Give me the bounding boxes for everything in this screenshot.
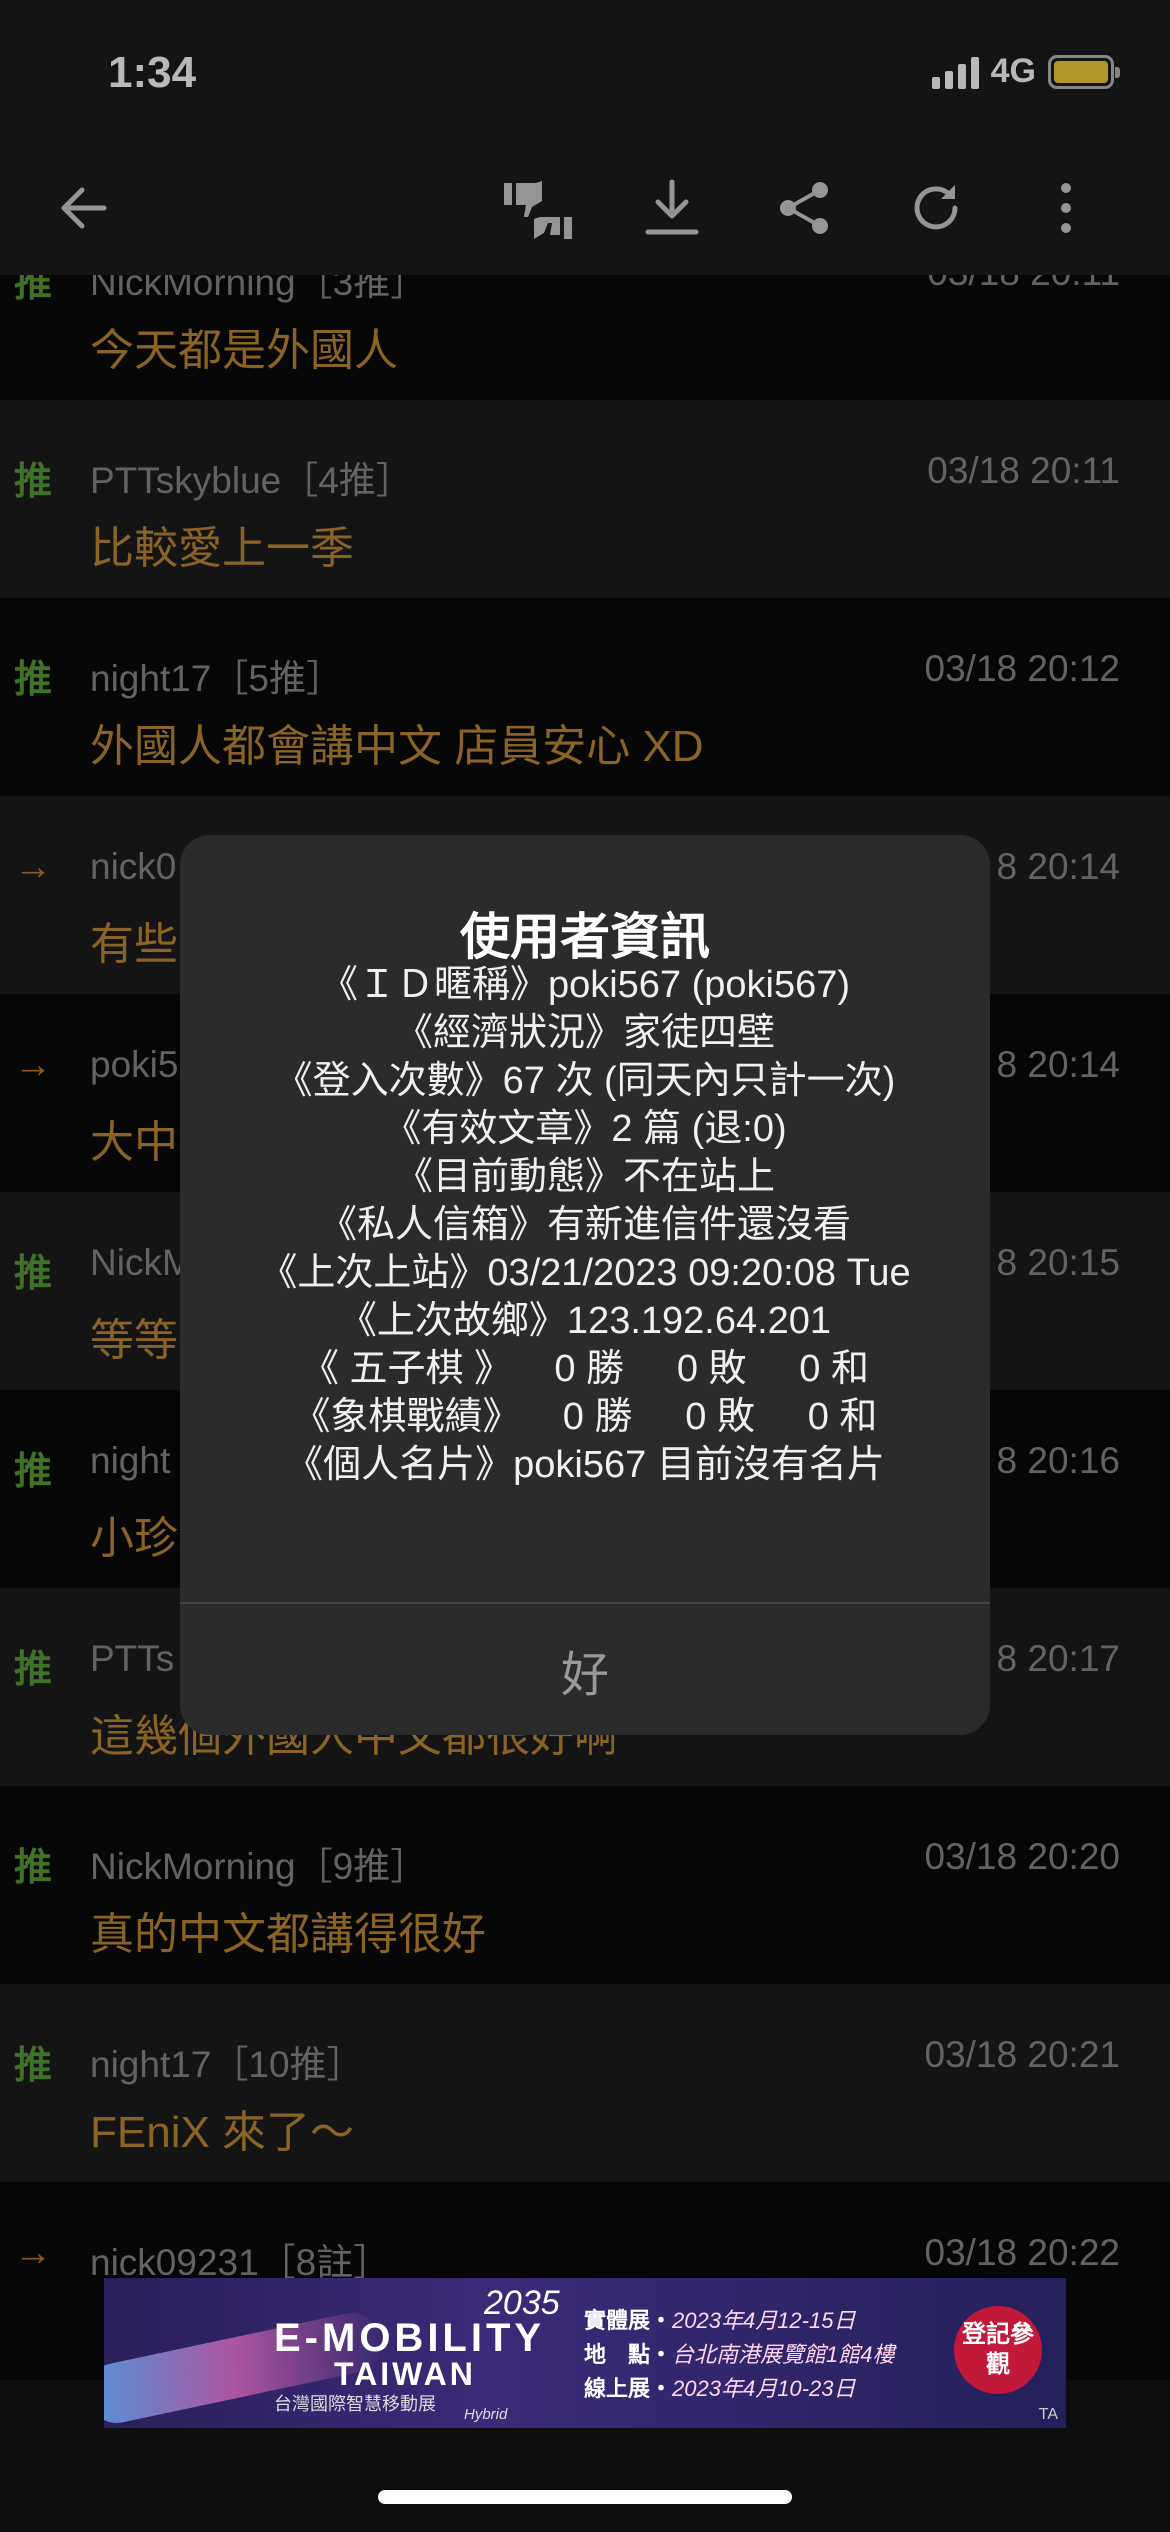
ok-button[interactable]: 好	[180, 1605, 990, 1735]
ad-brand-line1: E-MOBILITY	[274, 2316, 546, 2360]
ad-brand-line2: TAIWAN	[334, 2356, 476, 2392]
info-logins: 《登入次數》67 次 (同天內只計一次)	[274, 1060, 896, 1102]
home-indicator[interactable]	[378, 2490, 792, 2504]
info-last-ip: 《上次故鄉》123.192.64.201	[338, 1300, 832, 1342]
info-card: 《個人名片》poki567 目前沒有名片	[285, 1444, 885, 1486]
ad-info: 實體展・2023年4月12-15日 地 點・台北南港展覽館1館4樓 線上展・20…	[584, 2304, 895, 2406]
ad-banner[interactable]: 2035 E-MOBILITY TAIWAN 台灣國際智慧移動展 Hybrid …	[104, 2278, 1066, 2428]
ad-info-row: 線上展・2023年4月10-23日	[584, 2376, 856, 2401]
info-chess: 《象棋戰績》 0 勝 0 敗 0 和	[292, 1396, 878, 1438]
info-status: 《目前動態》不在站上	[394, 1156, 775, 1198]
ad-corner-label: TA	[1038, 2406, 1058, 2423]
ad-info-row: 地 點・台北南港展覽館1館4樓	[584, 2342, 895, 2367]
user-info-dialog: 使用者資訊 《ＩＤ暱稱》poki567 (poki567) 《經濟狀況》家徒四壁…	[180, 835, 990, 1735]
info-last-login: 《上次上站》03/21/2023 09:20:08 Tue	[259, 1252, 911, 1294]
ad-info-row: 實體展・2023年4月12-15日	[584, 2308, 856, 2333]
ad-register-button[interactable]: 登記參觀	[954, 2306, 1042, 2394]
info-id: 《ＩＤ暱稱》poki567 (poki567)	[319, 964, 851, 1006]
info-mailbox: 《私人信箱》有新進信件還沒看	[318, 1204, 851, 1246]
ad-subtitle2: Hybrid	[464, 2406, 508, 2423]
dialog-body: 《ＩＤ暱稱》poki567 (poki567) 《經濟狀況》家徒四壁 《登入次數…	[180, 961, 990, 1489]
info-articles: 《有效文章》2 篇 (退:0)	[383, 1108, 787, 1150]
info-gomoku: 《 五子棋 》 0 勝 0 敗 0 和	[301, 1348, 869, 1390]
ad-subtitle: 台灣國際智慧移動展	[274, 2394, 436, 2414]
info-economy: 《經濟狀況》家徒四壁	[394, 1012, 775, 1054]
dialog-divider	[180, 1602, 990, 1604]
dialog-title: 使用者資訊	[460, 909, 710, 965]
